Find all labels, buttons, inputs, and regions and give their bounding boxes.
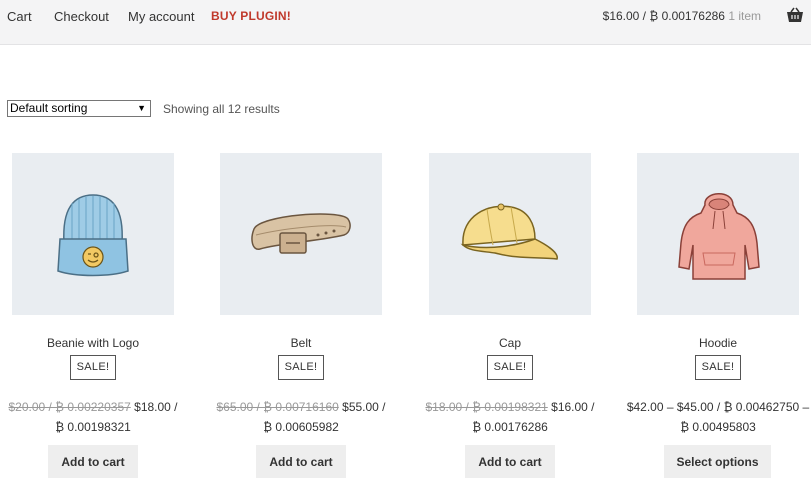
product-price: $20.00 / ₿ 0.00220357 $18.00 / ₿ 0.00198… xyxy=(0,397,198,437)
price-btc: ₿ 0.00198321 xyxy=(55,420,131,434)
product-title[interactable]: Belt xyxy=(220,336,382,350)
cart-total: $16.00 / ₿ 0.00176286 xyxy=(602,9,725,23)
sale-badge: SALE! xyxy=(278,355,324,380)
beanie-image xyxy=(57,194,129,277)
price-btc: ₿ 0.00495803 xyxy=(680,420,756,434)
product-image[interactable] xyxy=(429,153,591,315)
sale-badge: SALE! xyxy=(695,355,741,380)
top-navigation-bar: Cart Checkout My account BUY PLUGIN! $16… xyxy=(0,0,811,45)
result-count: Showing all 12 results xyxy=(163,102,280,116)
price-sale: $18.00 / xyxy=(134,400,178,414)
product-price: $18.00 / ₿ 0.00198321 $16.00 / ₿ 0.00176… xyxy=(405,397,615,437)
product-image[interactable] xyxy=(220,153,382,315)
add-to-cart-button[interactable]: Add to cart xyxy=(465,445,555,478)
product-image[interactable] xyxy=(637,153,799,315)
basket-icon[interactable] xyxy=(786,7,804,23)
sale-badge: SALE! xyxy=(487,355,533,380)
price-sale: $16.00 / xyxy=(551,400,595,414)
product-title[interactable]: Hoodie xyxy=(637,336,799,350)
price-sale: $55.00 / xyxy=(342,400,386,414)
product-price: $65.00 / ₿ 0.00716160 $55.00 / ₿ 0.00605… xyxy=(196,397,406,437)
sale-badge: SALE! xyxy=(70,355,116,380)
nav-link-checkout[interactable]: Checkout xyxy=(54,9,109,24)
price-range: $42.00 – $45.00 / ₿ 0.00462750 – xyxy=(626,400,810,414)
nav-link-buy-plugin[interactable]: BUY PLUGIN! xyxy=(211,9,291,23)
sorting-select-value: Default sorting xyxy=(10,101,88,115)
nav-link-cart[interactable]: Cart xyxy=(7,9,32,24)
price-btc: ₿ 0.00605982 xyxy=(263,420,339,434)
product-title[interactable]: Beanie with Logo xyxy=(12,336,174,350)
header-cart-summary[interactable]: $16.00 / ₿ 0.00176286 1 item xyxy=(603,9,761,23)
cap-image xyxy=(460,203,558,260)
chevron-down-icon: ▼ xyxy=(137,103,146,113)
price-original: $20.00 / ₿ 0.00220357 xyxy=(8,400,131,414)
sorting-select[interactable]: Default sorting ▼ xyxy=(7,100,151,117)
belt-image xyxy=(251,213,351,254)
add-to-cart-button[interactable]: Add to cart xyxy=(48,445,138,478)
select-options-button[interactable]: Select options xyxy=(664,445,771,478)
product-image[interactable] xyxy=(12,153,174,315)
nav-link-my-account[interactable]: My account xyxy=(128,9,194,24)
hoodie-image xyxy=(678,193,760,280)
price-original: $65.00 / ₿ 0.00716160 xyxy=(216,400,339,414)
product-price: $42.00 – $45.00 / ₿ 0.00462750 – ₿ 0.004… xyxy=(613,397,811,437)
add-to-cart-button[interactable]: Add to cart xyxy=(256,445,346,478)
price-original: $18.00 / ₿ 0.00198321 xyxy=(425,400,548,414)
cart-item-count: 1 item xyxy=(728,9,761,23)
product-title[interactable]: Cap xyxy=(429,336,591,350)
price-btc: ₿ 0.00176286 xyxy=(472,420,548,434)
